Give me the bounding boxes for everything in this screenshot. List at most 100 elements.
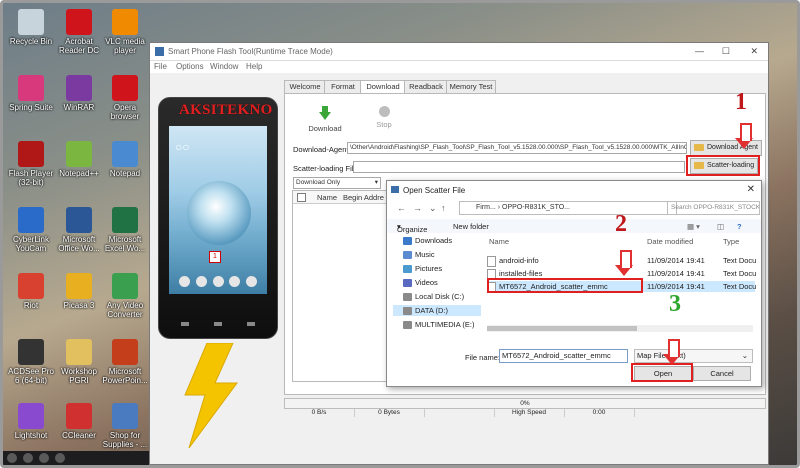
scrollbar-thumb[interactable] [487, 326, 637, 331]
desktop-icon[interactable]: Recycle Bin [7, 9, 55, 46]
scatter-loading-field[interactable] [353, 161, 685, 173]
nav-item-label: DATA (D:) [415, 306, 449, 315]
stop-tool-button[interactable]: Stop [369, 106, 399, 129]
app-shortcut-icon [66, 273, 92, 299]
app-shortcut-icon [112, 273, 138, 299]
menu-options[interactable]: Options [176, 62, 204, 71]
file-name-label: File name: [465, 353, 501, 362]
desktop-icon[interactable]: Acrobat Reader DC [55, 9, 103, 55]
menu-help[interactable]: Help [246, 62, 262, 71]
taskbar [3, 451, 153, 465]
mode-select[interactable]: Download Only ▾ [293, 177, 381, 189]
folder-icon [403, 279, 412, 288]
column-name: Name [317, 193, 338, 202]
horizontal-scrollbar[interactable] [487, 325, 753, 332]
maximize-button[interactable]: ☐ [722, 46, 730, 57]
download-agent-field[interactable]: \Other\Android\Flashing\SP_Flash_Tool\SP… [347, 142, 687, 154]
search-input[interactable]: Search OPPO-R831K_STOCK-... [667, 201, 760, 215]
nav-item[interactable]: MULTIMEDIA (E:) [403, 319, 474, 330]
file-date: 11/09/2014 19:41 [647, 269, 705, 278]
taskview-icon[interactable] [39, 453, 49, 463]
preview-pane-icon[interactable]: ◫ [717, 222, 724, 231]
nav-item[interactable]: Local Disk (C:) [403, 291, 464, 302]
nav-item[interactable]: Videos [403, 277, 438, 288]
app-icon[interactable] [55, 453, 65, 463]
select-all-checkbox[interactable] [297, 193, 306, 202]
phone-image: AKSITEKNO ○○ 1 [158, 97, 278, 339]
desktop-icon[interactable]: WinRAR [55, 75, 103, 112]
time-cell: 0:00 [564, 409, 635, 417]
cancel-button[interactable]: Cancel [693, 366, 751, 381]
nav-item[interactable]: Downloads [403, 235, 452, 246]
menu-file[interactable]: File [154, 62, 167, 71]
app-shortcut-icon [112, 339, 138, 365]
desktop-icon[interactable]: Picasa 3 [55, 273, 103, 310]
column-begin-address: Begin Addre [343, 193, 384, 202]
app-shortcut-icon [66, 9, 92, 35]
app-shortcut-icon [18, 403, 44, 429]
minimize-button[interactable]: — [695, 46, 704, 56]
calendar-icon: 1 [209, 251, 221, 263]
dialog-close-button[interactable]: ✕ [747, 184, 755, 195]
desktop-icon[interactable]: Microsoft PowerPoin... [101, 339, 149, 385]
desktop-icon-label: Workshop PGRI [61, 367, 97, 385]
desktop-icon[interactable]: Microsoft Excel Wo... [101, 207, 149, 253]
desktop-icon[interactable]: CyberLink YouCam [7, 207, 55, 253]
chevron-down-icon[interactable]: ⌄ [429, 203, 437, 214]
tab-format[interactable]: Format [324, 80, 362, 93]
desktop-icon[interactable]: Notepad++ [55, 141, 103, 178]
nav-item[interactable]: Music [403, 249, 435, 260]
download-tool-button[interactable]: Download [305, 104, 345, 133]
desktop-icon[interactable]: Microsoft Office Wo... [55, 207, 103, 253]
desktop-icon[interactable]: VLC media player [101, 9, 149, 55]
nav-item[interactable]: Pictures [403, 263, 442, 274]
desktop-icon[interactable]: Any Video Converter [101, 273, 149, 319]
highlight-box-scatter [686, 155, 760, 176]
desktop-icon[interactable]: Shop for Supplies - ... [101, 403, 149, 449]
dialog-icon [391, 186, 399, 193]
column-name[interactable]: Name [489, 237, 509, 246]
status-bar: 0% 0 B/s 0 Bytes High Speed 0:00 [284, 398, 766, 418]
column-date-modified[interactable]: Date modified [647, 237, 693, 246]
forward-arrow-icon[interactable]: → [413, 203, 422, 213]
tab-download[interactable]: Download [360, 80, 406, 94]
phone-dock [179, 276, 257, 288]
organize-button[interactable]: Organize ▾ [397, 222, 427, 234]
nav-item-label: Local Disk (C:) [415, 292, 465, 301]
desktop-icon-label: Microsoft Excel Wo... [104, 235, 146, 253]
back-arrow-icon[interactable]: ← [397, 203, 406, 213]
tab-welcome[interactable]: Welcome [284, 80, 326, 93]
open-scatter-file-dialog: Open Scatter File ✕ ← → ⌄ ↑ Firm... › OP… [386, 180, 762, 387]
app-shortcut-icon [112, 207, 138, 233]
desktop-icon[interactable]: ACDSee Pro 6 (64-bit) [7, 339, 55, 385]
app-icon [155, 47, 164, 56]
file-type-select[interactable]: Map File (*.txt) ⌄ [634, 349, 753, 363]
desktop-icon[interactable]: Notepad [101, 141, 149, 178]
new-folder-button[interactable]: New folder [453, 222, 489, 231]
file-name-input[interactable]: MT6572_Android_scatter_emmc [499, 349, 628, 363]
help-icon[interactable]: ? [737, 222, 742, 231]
desktop-icon[interactable]: Flash Player (32-bit) [7, 141, 55, 187]
view-options-icon[interactable]: ▦ ▾ [687, 222, 700, 231]
desktop-icon[interactable]: Opera browser [101, 75, 149, 121]
file-date: 11/09/2014 19:41 [647, 256, 705, 265]
nav-item[interactable]: DATA (D:) [393, 305, 481, 316]
desktop-icon[interactable]: Workshop PGRI [55, 339, 103, 385]
desktop-icon[interactable]: CCleaner [55, 403, 103, 440]
nav-item-label: Music [415, 250, 435, 259]
menu-window[interactable]: Window [210, 62, 238, 71]
path-box[interactable]: Firm... › OPPO-R831K_STO... [459, 201, 677, 215]
column-type[interactable]: Type [723, 237, 739, 246]
desktop-icon-label: Flash Player (32-bit) [8, 169, 54, 187]
tab-readback[interactable]: Readback [404, 80, 448, 93]
desktop-icon-label: VLC media player [105, 37, 145, 55]
edit-icon[interactable] [23, 453, 33, 463]
start-icon[interactable] [7, 453, 17, 463]
close-button[interactable]: ✕ [750, 46, 758, 57]
desktop-icon-label: Spring Suite [9, 103, 53, 112]
up-arrow-icon[interactable]: ↑ [441, 203, 446, 213]
desktop-icon[interactable]: Spring Suite [7, 75, 55, 112]
desktop-icon[interactable]: Riot [7, 273, 55, 310]
desktop-icon[interactable]: Lightshot [7, 403, 55, 440]
tab-memory-test[interactable]: Memory Test [446, 80, 496, 93]
